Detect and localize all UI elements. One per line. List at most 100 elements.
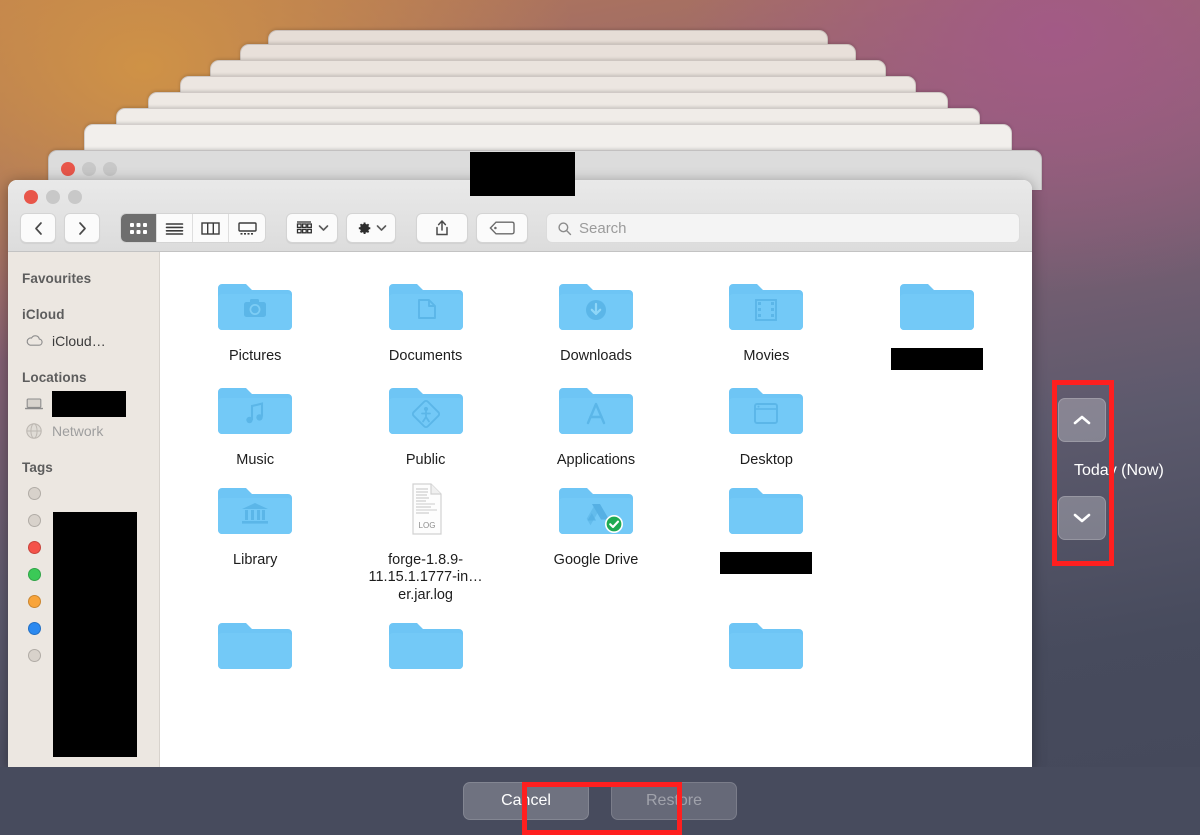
view-mode-group — [120, 213, 266, 243]
file-item-label: Public — [406, 452, 446, 470]
file-item-cutoff[interactable] — [170, 611, 340, 677]
search-placeholder: Search — [579, 220, 627, 237]
view-mode-column-view[interactable] — [193, 214, 229, 242]
file-item-redacted[interactable] — [681, 476, 851, 605]
file-item-applications[interactable]: Applications — [511, 376, 681, 470]
tag-icon — [489, 221, 515, 235]
folder-pictures-icon — [216, 272, 294, 338]
sidebar-item-icloud-drive[interactable]: iCloud… — [8, 327, 159, 354]
finder-window: Search Favourites iCloud iCloud… Locatio… — [8, 180, 1032, 768]
file-grid-area: Pictures Documents — [160, 252, 1032, 768]
sidebar-tag-names-redacted — [53, 512, 137, 757]
file-item-google-drive[interactable]: Google Drive — [511, 476, 681, 605]
share-button[interactable] — [416, 213, 468, 243]
sidebar-item-this-mac[interactable] — [8, 390, 159, 417]
columns-icon — [201, 222, 220, 235]
traffic-lights — [24, 190, 82, 204]
view-mode-gallery-view[interactable] — [229, 214, 265, 242]
file-item-label: Music — [236, 452, 274, 470]
sidebar-item-label: Network — [52, 423, 103, 439]
folder-plain-icon — [216, 611, 294, 677]
time-machine-restore-screen: Search Favourites iCloud iCloud… Locatio… — [0, 0, 1200, 835]
chevron-down-icon — [376, 224, 387, 232]
forward-button[interactable] — [64, 213, 100, 243]
svg-text:LOG: LOG — [418, 521, 435, 530]
zoom-icon[interactable] — [103, 162, 117, 176]
tag-dot-icon — [28, 568, 41, 581]
finder-toolbar: Search — [20, 212, 1020, 244]
tag-dot-icon — [28, 622, 41, 635]
window-title-redacted — [470, 152, 575, 196]
sidebar-device-name-redacted — [52, 391, 126, 417]
share-icon — [434, 219, 450, 237]
minimize-icon[interactable] — [82, 162, 96, 176]
folder-documents-icon — [387, 272, 465, 338]
tag-dot-icon — [28, 649, 41, 662]
file-item-documents[interactable]: Documents — [340, 272, 510, 370]
file-item-label: Movies — [743, 348, 789, 366]
folder-desktop-icon — [727, 376, 805, 442]
cloud-icon — [24, 334, 44, 347]
folder-google-drive-icon — [557, 476, 635, 542]
gallery-icon — [238, 222, 257, 235]
sidebar-item-network[interactable]: Network — [8, 417, 159, 444]
file-item-redacted[interactable] — [852, 272, 1022, 370]
back-button[interactable] — [20, 213, 56, 243]
search-input[interactable]: Search — [546, 213, 1020, 243]
gear-icon — [355, 220, 372, 237]
file-item-log[interactable]: LOG forge-1.8.9-11.15.1.1777-in…er.jar.l… — [340, 476, 510, 605]
close-icon[interactable] — [24, 190, 38, 204]
snapshot-layer[interactable] — [84, 124, 1012, 150]
file-item-cutoff[interactable] — [681, 611, 851, 677]
action-menu-button[interactable] — [346, 213, 396, 243]
chevron-right-icon — [77, 221, 88, 236]
tag-button[interactable] — [476, 213, 528, 243]
file-item-label: Documents — [389, 348, 462, 366]
file-item-desktop[interactable]: Desktop — [681, 376, 851, 470]
folder-plain-icon — [898, 272, 976, 338]
sidebar-heading-icloud: iCloud — [8, 291, 159, 327]
sidebar-heading-tags: Tags — [8, 444, 159, 480]
group-by-button[interactable] — [286, 213, 338, 243]
folder-applications-icon — [557, 376, 635, 442]
view-mode-icon-view[interactable] — [121, 214, 157, 242]
file-item-label: Desktop — [740, 452, 793, 470]
sidebar-heading-locations: Locations — [8, 354, 159, 390]
file-item-pictures[interactable]: Pictures — [170, 272, 340, 370]
folder-plain-icon — [387, 611, 465, 677]
list-icon — [165, 222, 184, 235]
file-item-public[interactable]: Public — [340, 376, 510, 470]
group-icon — [295, 221, 314, 235]
file-item-label-redacted — [891, 348, 983, 370]
file-item-label: Pictures — [229, 348, 281, 366]
zoom-icon[interactable] — [68, 190, 82, 204]
folder-music-icon — [216, 376, 294, 442]
close-icon[interactable] — [61, 162, 75, 176]
grid-icon — [129, 222, 148, 235]
file-grid: Pictures Documents — [160, 252, 1032, 677]
file-item-downloads[interactable]: Downloads — [511, 272, 681, 370]
file-item-empty — [852, 476, 1022, 605]
file-item-label: Google Drive — [554, 552, 639, 570]
file-item-label: Downloads — [560, 348, 632, 366]
file-item-cutoff[interactable] — [340, 611, 510, 677]
folder-public-icon — [387, 376, 465, 442]
search-icon — [557, 221, 572, 236]
sidebar-heading-favourites: Favourites — [8, 264, 159, 291]
file-item-empty — [511, 611, 681, 677]
file-item-music[interactable]: Music — [170, 376, 340, 470]
folder-library-icon — [216, 476, 294, 542]
file-item-label-redacted — [720, 552, 812, 574]
view-mode-list-view[interactable] — [157, 214, 193, 242]
minimize-icon[interactable] — [46, 190, 60, 204]
tag-dot-icon — [28, 514, 41, 527]
tag-dot-icon — [28, 487, 41, 500]
folder-downloads-icon — [557, 272, 635, 338]
tag-dot-icon — [28, 541, 41, 554]
file-item-movies[interactable]: Movies — [681, 272, 851, 370]
sidebar-tag-item[interactable] — [8, 480, 159, 507]
highlight-timeline-nav — [1052, 380, 1114, 566]
file-item-empty — [852, 376, 1022, 470]
file-item-label: forge-1.8.9-11.15.1.1777-in…er.jar.log — [366, 552, 486, 605]
file-item-library[interactable]: Library — [170, 476, 340, 605]
